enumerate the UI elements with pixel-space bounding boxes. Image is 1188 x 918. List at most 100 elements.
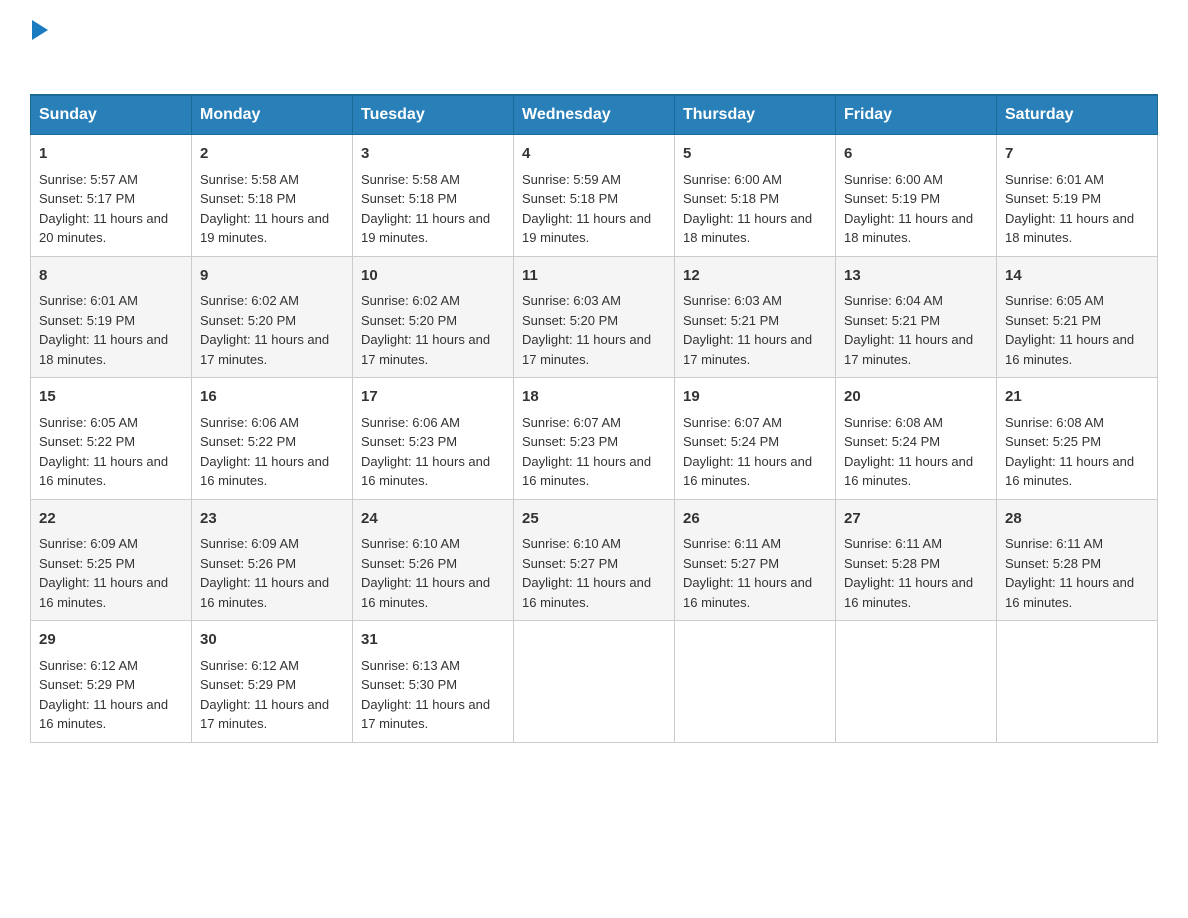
sunset-label: Sunset: 5:18 PM [361, 191, 457, 206]
sunrise-label: Sunrise: 6:05 AM [39, 415, 138, 430]
daylight-label: Daylight: 11 hours and 17 minutes. [361, 697, 490, 732]
sunset-label: Sunset: 5:25 PM [39, 556, 135, 571]
sunrise-label: Sunrise: 6:05 AM [1005, 293, 1104, 308]
day-number: 6 [844, 143, 988, 166]
daylight-label: Daylight: 11 hours and 17 minutes. [361, 332, 490, 367]
calendar-cell: 29 Sunrise: 6:12 AM Sunset: 5:29 PM Dayl… [31, 621, 192, 743]
daylight-label: Daylight: 11 hours and 18 minutes. [844, 211, 973, 246]
calendar-cell: 11 Sunrise: 6:03 AM Sunset: 5:20 PM Dayl… [514, 256, 675, 378]
calendar-week-row: 29 Sunrise: 6:12 AM Sunset: 5:29 PM Dayl… [31, 621, 1158, 743]
calendar-cell: 26 Sunrise: 6:11 AM Sunset: 5:27 PM Dayl… [675, 499, 836, 621]
calendar-week-row: 1 Sunrise: 5:57 AM Sunset: 5:17 PM Dayli… [31, 135, 1158, 257]
sunrise-label: Sunrise: 6:02 AM [361, 293, 460, 308]
calendar-cell: 30 Sunrise: 6:12 AM Sunset: 5:29 PM Dayl… [192, 621, 353, 743]
sunset-label: Sunset: 5:22 PM [200, 434, 296, 449]
sunrise-label: Sunrise: 6:12 AM [200, 658, 299, 673]
day-number: 11 [522, 265, 666, 288]
calendar-cell: 15 Sunrise: 6:05 AM Sunset: 5:22 PM Dayl… [31, 378, 192, 500]
sunset-label: Sunset: 5:17 PM [39, 191, 135, 206]
sunset-label: Sunset: 5:23 PM [522, 434, 618, 449]
day-number: 29 [39, 629, 183, 652]
sunrise-label: Sunrise: 6:11 AM [844, 536, 942, 551]
day-number: 23 [200, 508, 344, 531]
sunrise-label: Sunrise: 6:08 AM [1005, 415, 1104, 430]
sunset-label: Sunset: 5:29 PM [39, 677, 135, 692]
page-header [30, 20, 1158, 74]
weekday-header-tuesday: Tuesday [353, 95, 514, 135]
day-number: 26 [683, 508, 827, 531]
day-number: 12 [683, 265, 827, 288]
daylight-label: Daylight: 11 hours and 16 minutes. [361, 454, 490, 489]
calendar-cell: 6 Sunrise: 6:00 AM Sunset: 5:19 PM Dayli… [836, 135, 997, 257]
sunrise-label: Sunrise: 6:03 AM [522, 293, 621, 308]
sunset-label: Sunset: 5:20 PM [200, 313, 296, 328]
daylight-label: Daylight: 11 hours and 17 minutes. [200, 697, 329, 732]
sunrise-label: Sunrise: 6:13 AM [361, 658, 460, 673]
day-number: 8 [39, 265, 183, 288]
calendar-table: SundayMondayTuesdayWednesdayThursdayFrid… [30, 94, 1158, 743]
sunrise-label: Sunrise: 5:58 AM [200, 172, 299, 187]
daylight-label: Daylight: 11 hours and 17 minutes. [683, 332, 812, 367]
calendar-cell: 8 Sunrise: 6:01 AM Sunset: 5:19 PM Dayli… [31, 256, 192, 378]
sunset-label: Sunset: 5:18 PM [522, 191, 618, 206]
weekday-header-monday: Monday [192, 95, 353, 135]
sunrise-label: Sunrise: 6:07 AM [683, 415, 782, 430]
sunrise-label: Sunrise: 6:00 AM [683, 172, 782, 187]
day-number: 3 [361, 143, 505, 166]
daylight-label: Daylight: 11 hours and 16 minutes. [39, 697, 168, 732]
day-number: 7 [1005, 143, 1149, 166]
day-number: 14 [1005, 265, 1149, 288]
sunrise-label: Sunrise: 5:57 AM [39, 172, 138, 187]
daylight-label: Daylight: 11 hours and 17 minutes. [200, 332, 329, 367]
calendar-week-row: 15 Sunrise: 6:05 AM Sunset: 5:22 PM Dayl… [31, 378, 1158, 500]
weekday-header-wednesday: Wednesday [514, 95, 675, 135]
sunset-label: Sunset: 5:21 PM [683, 313, 779, 328]
sunset-label: Sunset: 5:23 PM [361, 434, 457, 449]
calendar-cell: 31 Sunrise: 6:13 AM Sunset: 5:30 PM Dayl… [353, 621, 514, 743]
daylight-label: Daylight: 11 hours and 20 minutes. [39, 211, 168, 246]
calendar-cell: 5 Sunrise: 6:00 AM Sunset: 5:18 PM Dayli… [675, 135, 836, 257]
calendar-cell [514, 621, 675, 743]
calendar-cell: 14 Sunrise: 6:05 AM Sunset: 5:21 PM Dayl… [997, 256, 1158, 378]
calendar-cell: 27 Sunrise: 6:11 AM Sunset: 5:28 PM Dayl… [836, 499, 997, 621]
sunrise-label: Sunrise: 6:06 AM [361, 415, 460, 430]
day-number: 17 [361, 386, 505, 409]
sunrise-label: Sunrise: 5:59 AM [522, 172, 621, 187]
weekday-header-sunday: Sunday [31, 95, 192, 135]
calendar-cell: 12 Sunrise: 6:03 AM Sunset: 5:21 PM Dayl… [675, 256, 836, 378]
sunset-label: Sunset: 5:19 PM [39, 313, 135, 328]
daylight-label: Daylight: 11 hours and 16 minutes. [1005, 575, 1134, 610]
calendar-cell: 9 Sunrise: 6:02 AM Sunset: 5:20 PM Dayli… [192, 256, 353, 378]
calendar-cell: 19 Sunrise: 6:07 AM Sunset: 5:24 PM Dayl… [675, 378, 836, 500]
day-number: 5 [683, 143, 827, 166]
sunset-label: Sunset: 5:24 PM [844, 434, 940, 449]
day-number: 1 [39, 143, 183, 166]
sunset-label: Sunset: 5:22 PM [39, 434, 135, 449]
day-number: 30 [200, 629, 344, 652]
calendar-cell: 13 Sunrise: 6:04 AM Sunset: 5:21 PM Dayl… [836, 256, 997, 378]
day-number: 27 [844, 508, 988, 531]
sunrise-label: Sunrise: 6:08 AM [844, 415, 943, 430]
sunset-label: Sunset: 5:20 PM [522, 313, 618, 328]
daylight-label: Daylight: 11 hours and 16 minutes. [1005, 454, 1134, 489]
daylight-label: Daylight: 11 hours and 18 minutes. [1005, 211, 1134, 246]
calendar-cell: 16 Sunrise: 6:06 AM Sunset: 5:22 PM Dayl… [192, 378, 353, 500]
calendar-cell [997, 621, 1158, 743]
calendar-cell: 23 Sunrise: 6:09 AM Sunset: 5:26 PM Dayl… [192, 499, 353, 621]
sunrise-label: Sunrise: 6:10 AM [361, 536, 460, 551]
calendar-cell: 3 Sunrise: 5:58 AM Sunset: 5:18 PM Dayli… [353, 135, 514, 257]
day-number: 15 [39, 386, 183, 409]
sunset-label: Sunset: 5:19 PM [844, 191, 940, 206]
day-number: 21 [1005, 386, 1149, 409]
daylight-label: Daylight: 11 hours and 16 minutes. [844, 454, 973, 489]
sunrise-label: Sunrise: 6:11 AM [1005, 536, 1103, 551]
sunset-label: Sunset: 5:21 PM [844, 313, 940, 328]
sunset-label: Sunset: 5:18 PM [200, 191, 296, 206]
calendar-cell: 2 Sunrise: 5:58 AM Sunset: 5:18 PM Dayli… [192, 135, 353, 257]
day-number: 25 [522, 508, 666, 531]
calendar-week-row: 22 Sunrise: 6:09 AM Sunset: 5:25 PM Dayl… [31, 499, 1158, 621]
sunrise-label: Sunrise: 5:58 AM [361, 172, 460, 187]
day-number: 18 [522, 386, 666, 409]
sunrise-label: Sunrise: 6:11 AM [683, 536, 781, 551]
sunrise-label: Sunrise: 6:10 AM [522, 536, 621, 551]
